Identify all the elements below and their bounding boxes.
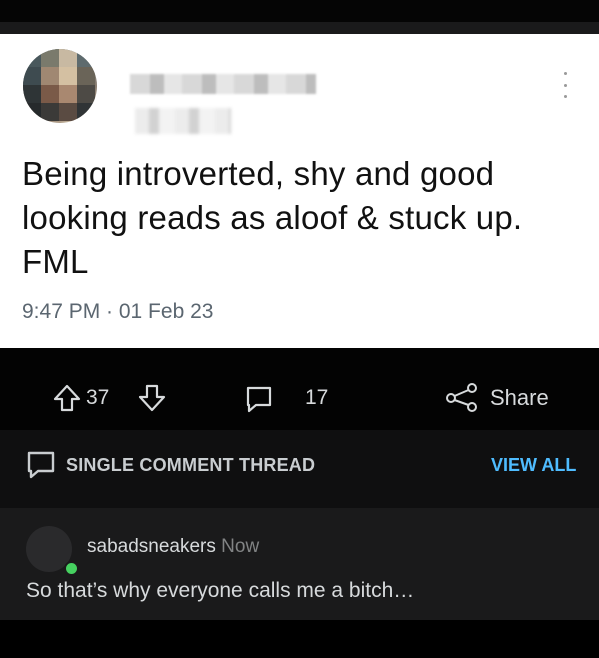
top-dark-strip [0, 22, 599, 34]
comment-text: So that’s why everyone calls me a bitch… [26, 579, 415, 602]
bottom-black-bar [0, 620, 599, 658]
comment-bubble-icon[interactable] [243, 383, 275, 415]
comment-time: Now [221, 536, 260, 557]
redacted-handle [135, 108, 231, 134]
view-all-link[interactable]: VIEW ALL [491, 455, 576, 476]
tweet-text: Being introverted, shy and good looking … [22, 155, 523, 280]
comment-meta: sabadsneakers Now [87, 536, 259, 558]
online-status-dot [64, 561, 79, 576]
more-vertical-icon[interactable] [560, 72, 570, 98]
tweet-timestamp: 9:47 PM · 01 Feb 23 [22, 300, 214, 323]
vote-count: 37 [86, 386, 110, 409]
redacted-display-name [130, 74, 316, 94]
comment-bubble-icon [27, 451, 55, 479]
comment [0, 508, 599, 620]
single-comment-thread-label: SINGLE COMMENT THREAD [66, 455, 316, 475]
upvote-arrow-icon[interactable] [51, 382, 83, 414]
avatar[interactable] [23, 49, 97, 123]
comment-count: 17 [305, 386, 329, 409]
comment-username[interactable]: sabadsneakers [87, 536, 216, 557]
top-black-bar [0, 0, 599, 22]
share-icon[interactable] [443, 381, 481, 413]
downvote-arrow-icon[interactable] [136, 382, 168, 414]
share-button[interactable]: Share [490, 385, 549, 411]
